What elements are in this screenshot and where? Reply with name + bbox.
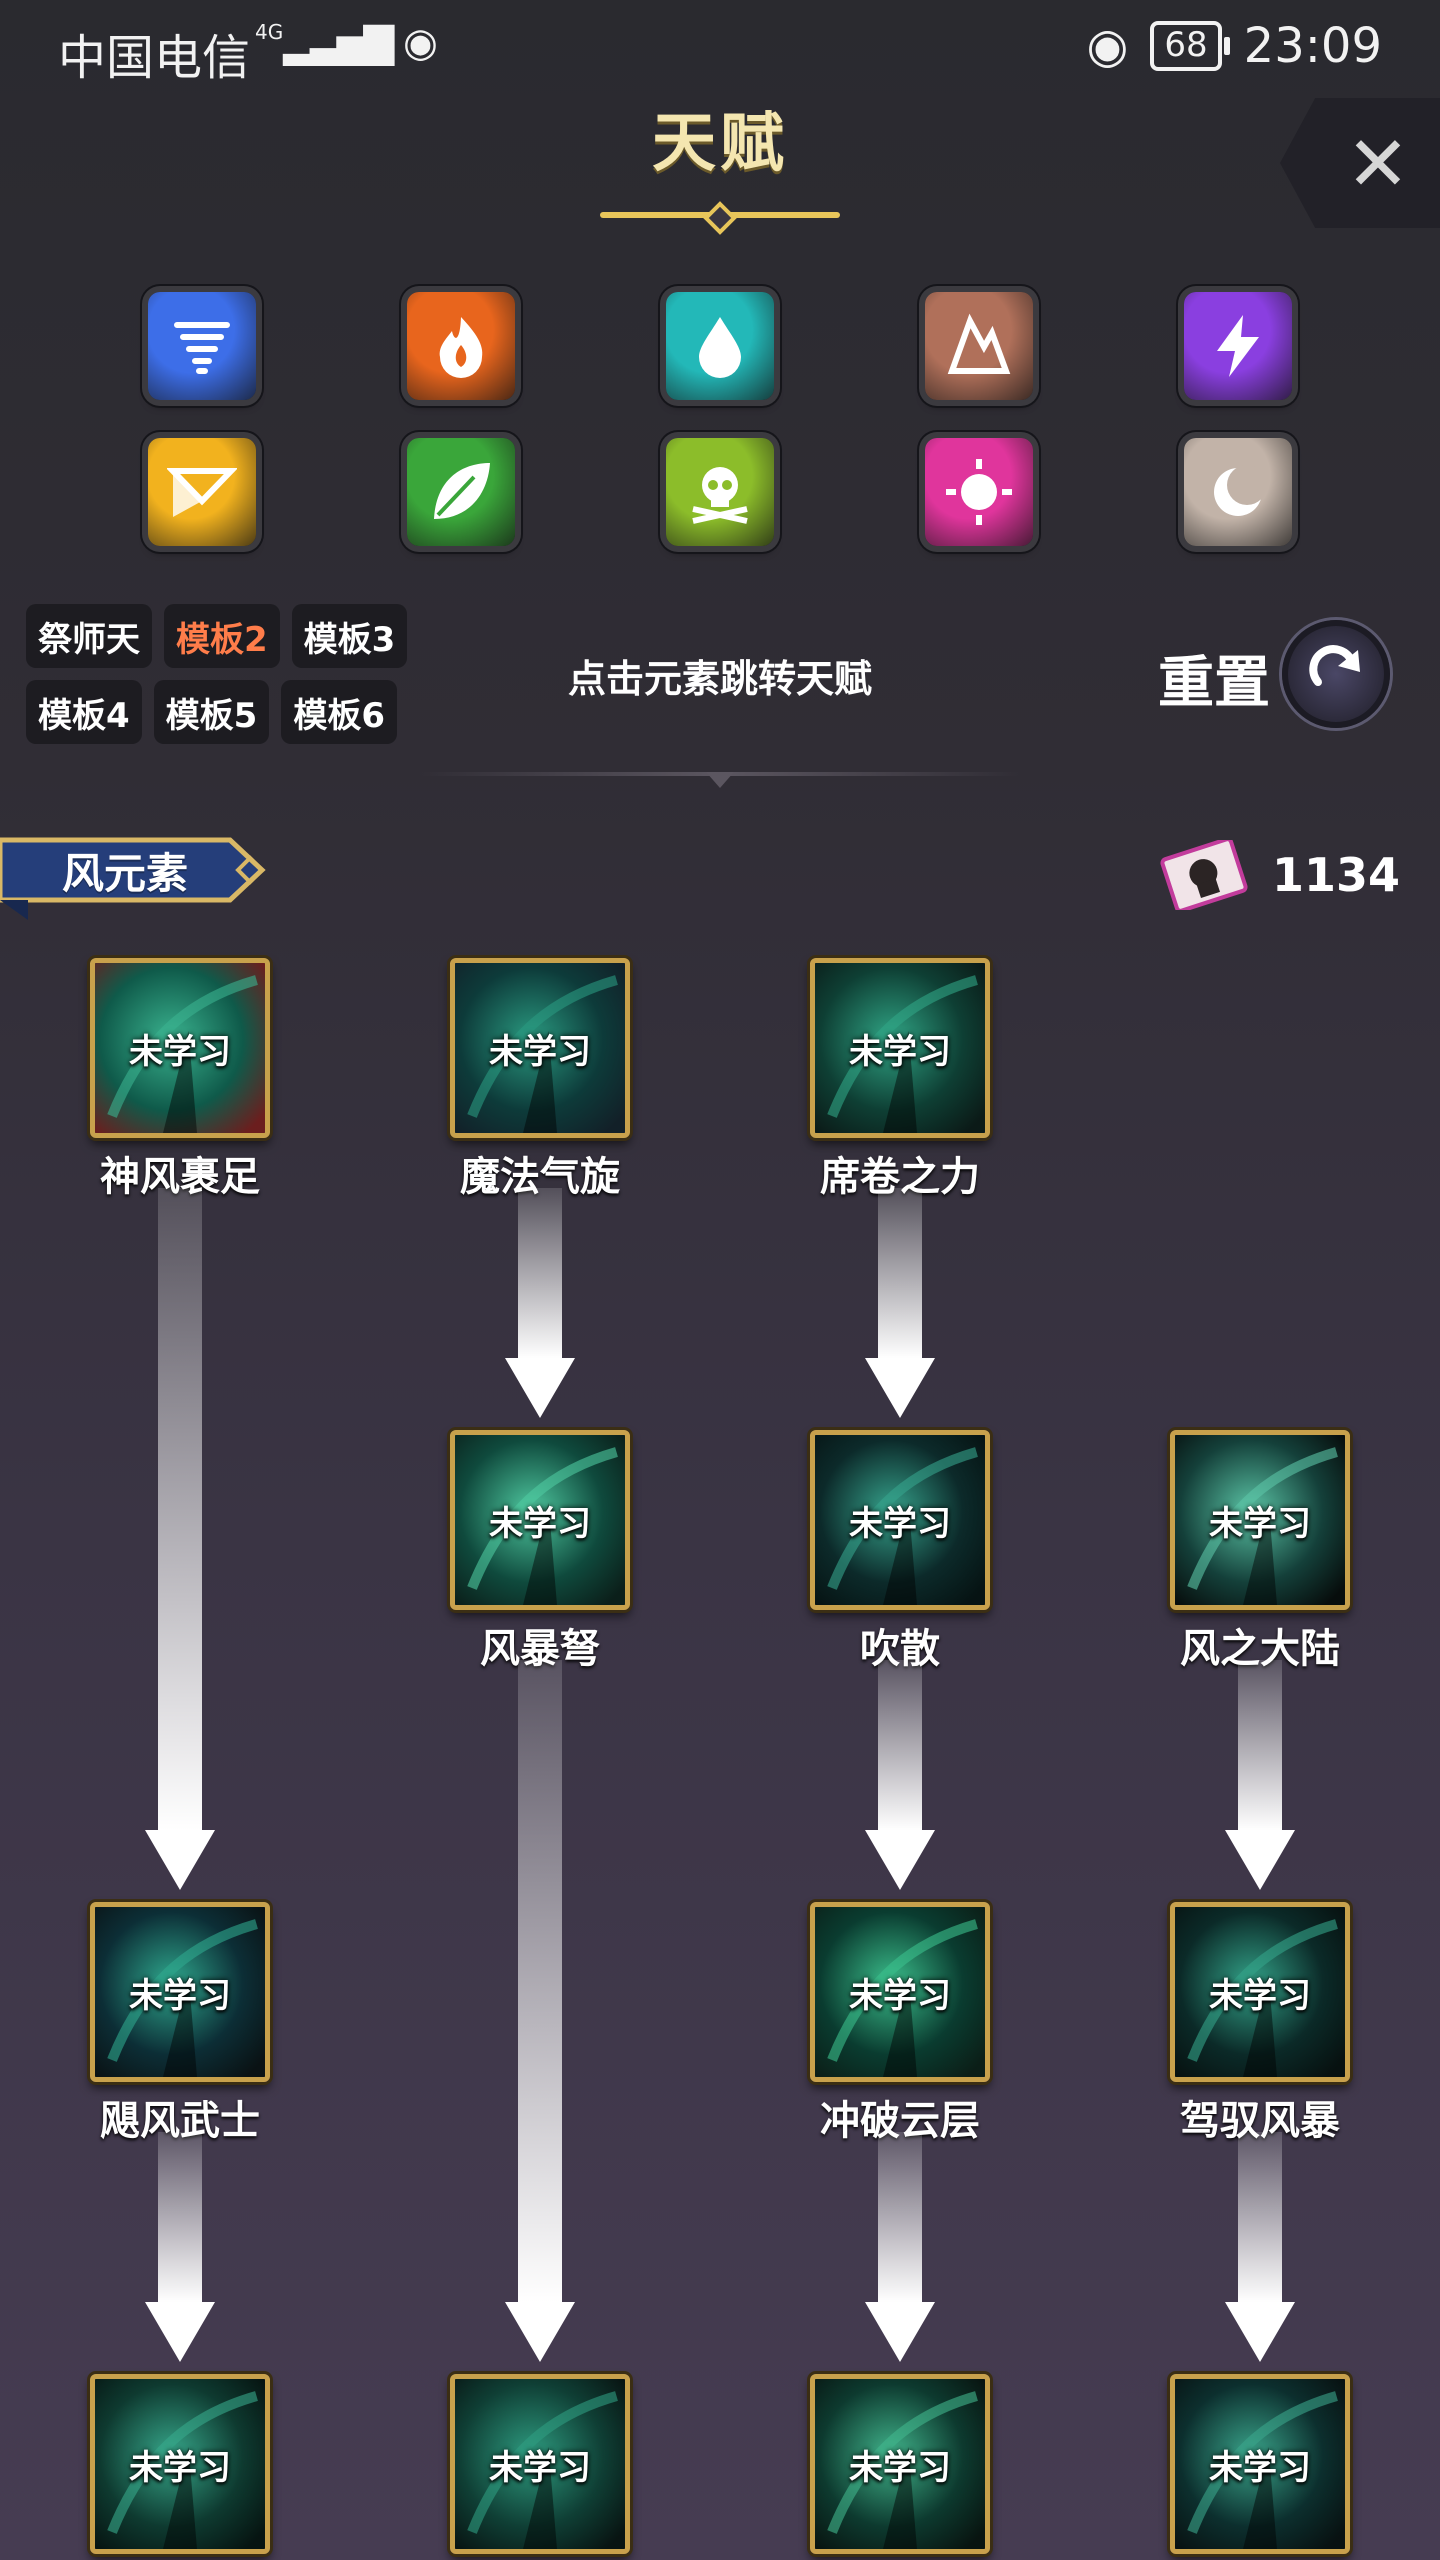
talent-status: 未学习	[849, 2447, 951, 2488]
talent-status: 未学习	[129, 1975, 231, 2016]
talent-status: 未学习	[489, 1031, 591, 1072]
talent-node[interactable]: 未学习	[450, 2374, 630, 2554]
reset-button[interactable]	[1282, 620, 1390, 728]
skull-icon	[692, 467, 748, 524]
talent-path-arrow	[505, 1188, 575, 1418]
talent-path-arrow	[865, 1188, 935, 1418]
talent-points-value: 1134	[1271, 848, 1400, 902]
element-button-moon[interactable]	[1184, 438, 1292, 546]
battery-level: 68	[1164, 25, 1208, 65]
moon-icon	[1214, 465, 1267, 516]
talent-status: 未学习	[489, 2447, 591, 2488]
talent-node[interactable]: 未学习	[1170, 2374, 1350, 2554]
element-button-fire[interactable]	[407, 292, 515, 400]
talent-status: 未学习	[1209, 1975, 1311, 2016]
fire-icon	[439, 317, 483, 378]
light-icon	[167, 468, 237, 517]
talent-status: 未学习	[129, 2447, 231, 2488]
talent-path-arrow	[865, 1660, 935, 1890]
talent-status: 未学习	[1209, 1503, 1311, 1544]
talent-status: 未学习	[1209, 2447, 1311, 2488]
divider-tip	[706, 772, 734, 788]
reset-label[interactable]: 重置	[1158, 638, 1270, 719]
network-type: 4G	[255, 20, 284, 44]
talent-path-arrow	[865, 2132, 935, 2362]
element-button-light[interactable]	[148, 438, 256, 546]
talent-path-arrow	[145, 2132, 215, 2362]
talent-node[interactable]: 未学习	[1170, 1430, 1350, 1610]
talent-path-arrow	[145, 1188, 215, 1890]
talent-node[interactable]: 未学习	[1170, 1902, 1350, 2082]
talent-status: 未学习	[129, 1031, 231, 1072]
sun-icon	[946, 459, 1012, 525]
leaf-icon	[434, 463, 490, 519]
page-title: 天赋	[652, 107, 788, 181]
talent-path-arrow	[505, 1660, 575, 2362]
redo-icon	[1309, 645, 1360, 686]
talent-path-arrow	[1225, 1660, 1295, 1890]
talent-node[interactable]: 未学习	[90, 958, 270, 1138]
element-button-leaf[interactable]	[407, 438, 515, 546]
earth-icon	[947, 313, 1011, 374]
eye-icon: ◉	[1086, 18, 1129, 74]
element-button-lightning[interactable]	[1184, 292, 1292, 400]
element-button-sun[interactable]	[925, 438, 1033, 546]
tornado-icon	[174, 322, 230, 374]
title-ornament	[600, 201, 840, 235]
element-button-tornado[interactable]	[148, 292, 256, 400]
talent-node[interactable]: 未学习	[90, 1902, 270, 2082]
talent-node[interactable]: 未学习	[810, 1430, 990, 1610]
talent-node[interactable]: 未学习	[450, 958, 630, 1138]
water-drop-icon	[699, 317, 741, 378]
element-name: 风元素	[62, 849, 189, 898]
element-button-skull[interactable]	[666, 438, 774, 546]
element-selector	[148, 292, 1298, 546]
talent-node[interactable]: 未学习	[90, 2374, 270, 2554]
clock: 23:09	[1243, 18, 1382, 74]
talent-status: 未学习	[489, 1503, 591, 1544]
talent-node[interactable]: 未学习	[450, 1430, 630, 1610]
talent-node[interactable]: 未学习	[810, 2374, 990, 2554]
lightning-icon	[1217, 315, 1259, 377]
talent-card-icon	[1160, 840, 1248, 910]
talent-status: 未学习	[849, 1975, 951, 2016]
close-icon: ✕	[1346, 118, 1410, 208]
talent-path-arrow	[1225, 2132, 1295, 2362]
element-button-water-drop[interactable]	[666, 292, 774, 400]
talent-status: 未学习	[849, 1503, 951, 1544]
status-bar: 中国电信 4G▂▃▅▇ ◉ ◉ 68 23:09	[0, 0, 1440, 100]
talent-status: 未学习	[849, 1031, 951, 1072]
cellular-signal-icon: 4G▂▃▅▇ ◉	[255, 20, 438, 66]
carrier-name: 中国电信	[58, 30, 251, 86]
battery-icon: 68	[1150, 21, 1230, 71]
talent-points: 1134	[1154, 840, 1400, 910]
wifi-icon: ◉	[403, 20, 438, 66]
element-button-earth[interactable]	[925, 292, 1033, 400]
talent-node[interactable]: 未学习	[810, 958, 990, 1138]
talent-node[interactable]: 未学习	[810, 1902, 990, 2082]
